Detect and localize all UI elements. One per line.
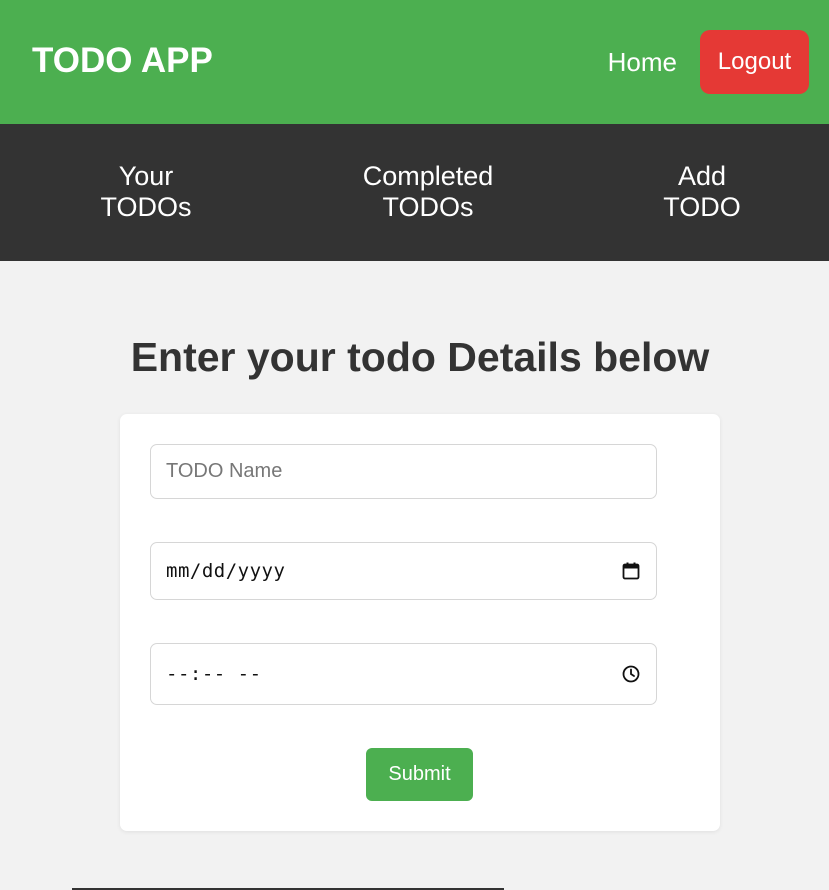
nav-item-label-line2: TODOs xyxy=(382,192,474,222)
logout-button[interactable]: Logout xyxy=(700,30,809,94)
todo-name-input[interactable] xyxy=(166,460,641,483)
submit-button[interactable]: Submit xyxy=(366,748,473,801)
nav-item-label-line1: Add xyxy=(677,161,727,191)
nav-item-label-line2: TODO xyxy=(663,192,741,222)
clock-icon[interactable] xyxy=(621,664,641,684)
todo-form-card: mm/dd/yyyy --:-- -- Submit xyxy=(120,414,720,831)
calendar-icon[interactable] xyxy=(621,561,641,581)
app-brand: TODO APP xyxy=(32,41,213,80)
nav-completed-todos[interactable]: Completed TODOs xyxy=(363,161,494,223)
nav-item-label-line2: TODOs xyxy=(100,192,192,222)
top-header: TODO APP Home Logout xyxy=(0,0,829,124)
todo-name-field[interactable] xyxy=(150,444,657,499)
nav-add-todo[interactable]: Add TODO xyxy=(663,161,741,223)
nav-item-label-line1: Your xyxy=(118,161,174,191)
home-link[interactable]: Home xyxy=(608,47,677,78)
nav-your-todos[interactable]: Your TODOs xyxy=(100,161,191,223)
date-input-placeholder[interactable]: mm/dd/yyyy xyxy=(166,560,285,582)
todo-time-field[interactable]: --:-- -- xyxy=(150,643,657,705)
header-actions: Home Logout xyxy=(608,30,809,94)
todo-date-field[interactable]: mm/dd/yyyy xyxy=(150,542,657,600)
nav-item-label-line1: Completed xyxy=(362,161,494,191)
page-title: Enter your todo Details below xyxy=(130,334,710,380)
nav-bar: Your TODOs Completed TODOs Add TODO xyxy=(0,124,829,261)
time-input-placeholder[interactable]: --:-- -- xyxy=(166,663,262,685)
